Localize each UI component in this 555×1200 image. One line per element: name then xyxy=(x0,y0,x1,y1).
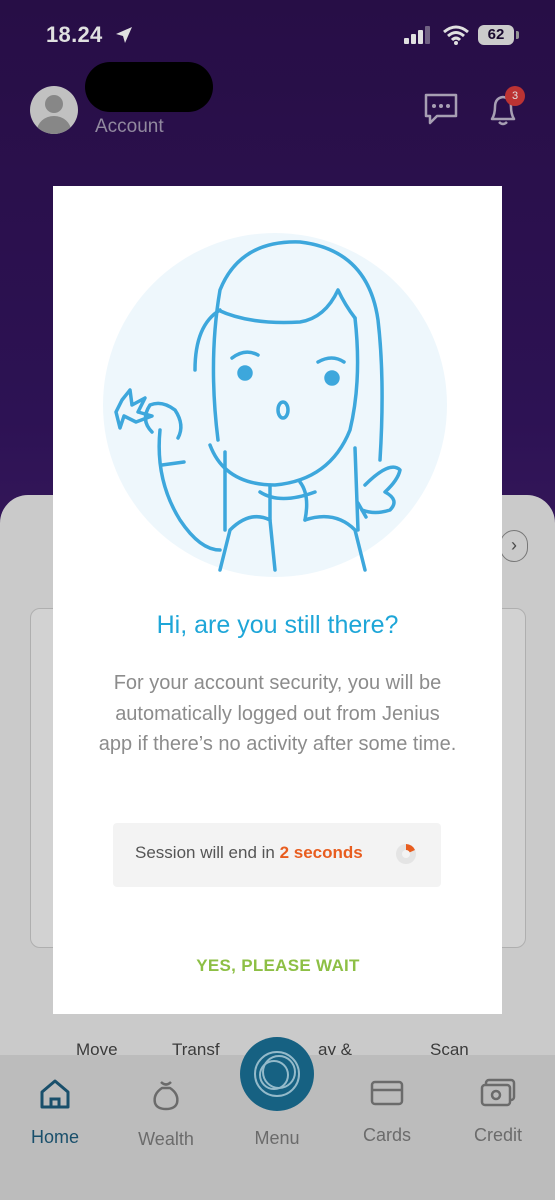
countdown-timer-icon xyxy=(396,844,416,864)
dialog-title: Hi, are you still there? xyxy=(156,611,399,639)
yes-please-wait-button[interactable]: YES, PLEASE WAIT xyxy=(153,948,403,984)
dialog-message: For your account security, you will be a… xyxy=(98,672,457,755)
confused-woman-illustration xyxy=(103,233,447,577)
session-countdown-text: Session will end in 2 seconds xyxy=(135,843,363,863)
session-seconds: 2 seconds xyxy=(279,843,363,862)
session-prefix: Session will end in xyxy=(135,843,275,862)
